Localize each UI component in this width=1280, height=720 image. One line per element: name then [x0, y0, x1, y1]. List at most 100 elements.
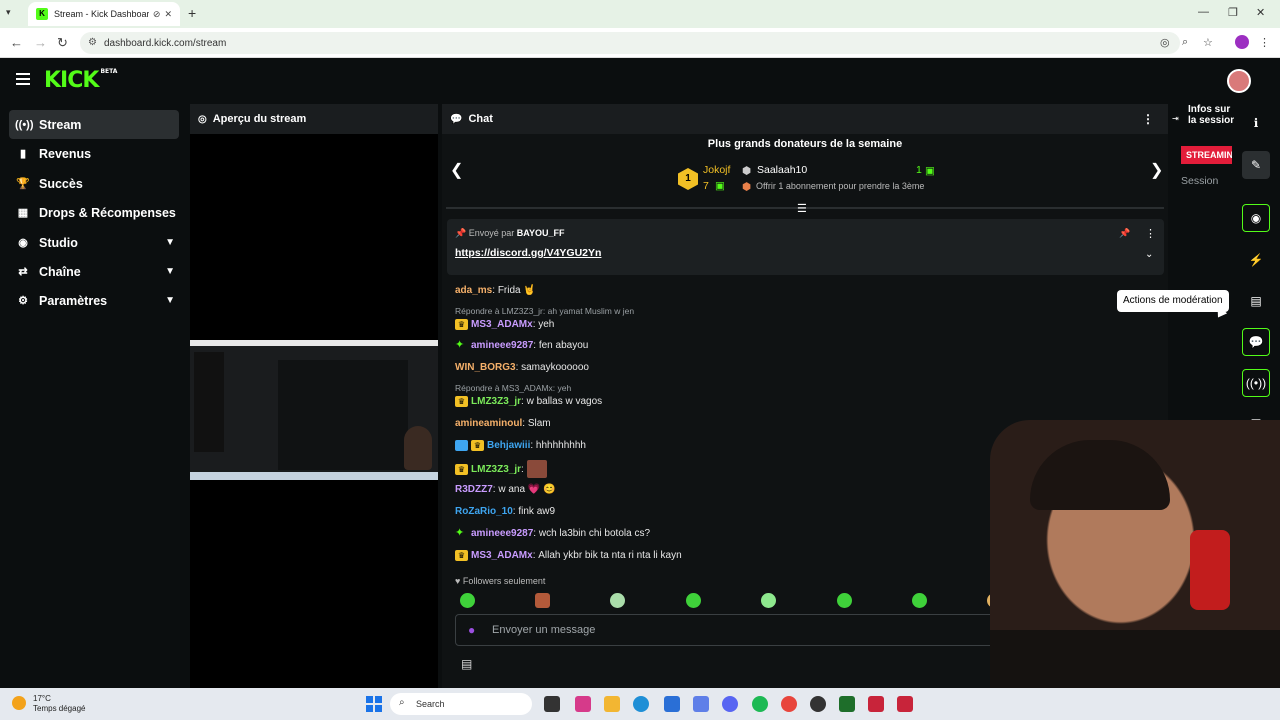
crown-badge-icon: ♛ [455, 463, 468, 475]
second-donor-name[interactable]: Saalaah10 [757, 164, 807, 176]
menu-icon[interactable] [16, 73, 30, 85]
emote-icon[interactable] [460, 593, 475, 608]
taskbar-search[interactable]: ⌕ Search [390, 693, 532, 715]
app-icon[interactable] [839, 696, 855, 712]
windows-taskbar: 17°C Temps dégagé ⌕ Search [0, 688, 1280, 720]
rank3-badge-icon: ⬢ [742, 181, 752, 193]
browser-tabbar: ▾ K Stream - Kick Dashboard ⊘ ✕ + — ❐ ✕ [0, 0, 1280, 28]
collapse-icon[interactable]: ⇥ [1172, 114, 1179, 123]
sidebar-item-parametres[interactable]: ⚙ Paramètres ▼ [9, 286, 179, 315]
emote-icon[interactable] [837, 593, 852, 608]
chat-message[interactable]: WIN_BORG3: samaykoooooo [455, 362, 589, 373]
pinned-link[interactable]: https://discord.gg/V4YGU2Yn [455, 247, 601, 259]
moderation-icon[interactable]: ▤ [1242, 287, 1270, 315]
chat-message[interactable]: R3DZZ7: w ana 💗 😊 [455, 484, 556, 495]
user-avatar[interactable] [1227, 69, 1251, 93]
task-view-icon[interactable] [544, 696, 560, 712]
app-icon[interactable] [693, 696, 709, 712]
chat-message[interactable]: amineaminoul: Slam [455, 418, 551, 429]
browser-menu-icon[interactable]: ⋮ [1259, 36, 1270, 49]
url-field[interactable]: ⚙ dashboard.kick.com/stream [80, 32, 1180, 54]
new-tab-icon[interactable]: + [188, 5, 196, 21]
sidebar-item-succes[interactable]: 🏆 Succès [9, 169, 179, 198]
chat-header: 💬 Chat ⋮ [442, 104, 1168, 134]
minimize-icon[interactable]: — [1198, 6, 1209, 18]
browser-profile-avatar[interactable] [1235, 35, 1249, 49]
kick-logo[interactable]: KICK BETA [44, 68, 117, 93]
emote-icon[interactable] [912, 593, 927, 608]
chat-message[interactable]: ♛ MS3_ADAMx: Allah ykbr bik ta nta ri nt… [455, 550, 682, 561]
emote-icon[interactable] [535, 593, 550, 608]
browser-tab[interactable]: K Stream - Kick Dashboard ⊘ ✕ [28, 2, 180, 26]
maximize-icon[interactable]: ❐ [1228, 6, 1238, 19]
rank2-badge-icon: ⬢ [742, 165, 752, 177]
crown-badge-icon: ♛ [455, 550, 468, 561]
eye-off-icon[interactable]: ◎ [1160, 36, 1170, 49]
emote-icon[interactable] [761, 593, 776, 608]
chat-message[interactable]: ✦ amineee9287: wch la3bin chi botola cs? [455, 528, 650, 540]
tab-mute-icon[interactable]: ⊘ [153, 9, 161, 20]
preview-header: ◎ Aperçu du stream [190, 104, 438, 134]
broadcast-icon[interactable]: ((•)) [1242, 369, 1270, 397]
info-icon[interactable]: ℹ [1242, 109, 1270, 137]
top-donor-name[interactable]: Jokojf [703, 164, 730, 176]
reload-icon[interactable]: ↻ [57, 35, 68, 51]
instagram-icon[interactable] [575, 696, 591, 712]
chat-message[interactable]: ✦ amineee9287: fen abayou [455, 339, 588, 352]
chat-message[interactable]: ada_ms: Frida 🤘 [455, 285, 536, 296]
sidebar-item-revenus[interactable]: ▮ Revenus [9, 139, 179, 168]
filter-icon[interactable]: ☰ [797, 202, 807, 215]
chevron-left-icon[interactable]: ❮ [450, 160, 463, 180]
pinned-sender: 📌 Envoyé par BAYOU_FF [455, 228, 565, 238]
chat-message[interactable]: RoZaRio_10: fink aw9 [455, 506, 555, 517]
back-icon[interactable]: ← [10, 35, 23, 50]
store-icon[interactable]: ▤ [461, 657, 472, 671]
obs-icon[interactable] [810, 696, 826, 712]
windows-start-icon[interactable] [366, 696, 382, 712]
address-bar: ← → ↻ ⚙ dashboard.kick.com/stream ◎ ⌕ ☆ … [0, 28, 1280, 58]
pinned-options-icon[interactable]: ⋮ [1145, 227, 1156, 240]
sidebar-item-stream[interactable]: ((•)) Stream [9, 110, 179, 139]
discord-icon[interactable] [722, 696, 738, 712]
file-explorer-icon[interactable] [604, 696, 620, 712]
camera-icon: ◉ [18, 237, 28, 249]
gift-icon: ▦ [17, 207, 29, 219]
site-info-icon[interactable]: ⚙ [88, 37, 97, 48]
app-icon[interactable] [897, 696, 913, 712]
kick-badge-icon: ● [468, 623, 476, 637]
chevron-down-icon[interactable]: ⌄ [1145, 249, 1153, 260]
app-icon[interactable] [868, 696, 884, 712]
lightning-icon[interactable]: ⚡ [1242, 246, 1270, 274]
zoom-icon[interactable]: ⌕ [1182, 36, 1188, 49]
edge-icon[interactable] [633, 696, 649, 712]
trophy-icon: 🏆 [16, 178, 30, 190]
chart-icon: ▮ [19, 148, 27, 160]
edit-icon[interactable]: ✎ [1242, 151, 1270, 179]
emote-icon[interactable] [686, 593, 701, 608]
weather-widget[interactable]: 17°C Temps dégagé [12, 694, 85, 714]
pin-icon[interactable]: 📌 [1119, 228, 1130, 239]
camera-preview-icon[interactable]: ◉ [1242, 204, 1270, 232]
tab-search-icon[interactable]: ▾ [6, 7, 11, 18]
chrome-icon[interactable] [781, 696, 797, 712]
close-window-icon[interactable]: ✕ [1256, 6, 1265, 19]
chat-message[interactable]: ♛ MS3_ADAMx: yeh [455, 319, 554, 330]
sidebar-item-drops[interactable]: ▦ Drops & Récompenses [9, 198, 179, 227]
chat-message[interactable]: ♛ Behjawiii: hhhhhhhhh [455, 440, 586, 451]
chat-message[interactable]: ♛ LMZ3Z3_jr: w ballas w vagos [455, 396, 602, 407]
sidebar-item-studio[interactable]: ◉ Studio ▼ [9, 228, 179, 257]
stream-preview-panel: ◎ Aperçu du stream [190, 104, 438, 688]
store-app-icon[interactable] [664, 696, 680, 712]
emote-icon[interactable] [610, 593, 625, 608]
chevron-right-icon[interactable]: ❯ [1150, 160, 1163, 180]
chat-icon[interactable]: 💬 [1242, 328, 1270, 356]
chat-message[interactable]: ♛ LMZ3Z3_jr: [455, 460, 547, 478]
forward-icon[interactable]: → [34, 35, 47, 50]
sparkle-badge-icon: ✦ [455, 339, 465, 351]
chat-options-icon[interactable]: ⋮ [1142, 112, 1154, 126]
tab-close-icon[interactable]: ✕ [164, 9, 172, 20]
bookmark-star-icon[interactable]: ☆ [1203, 36, 1213, 49]
spotify-icon[interactable] [752, 696, 768, 712]
sidebar-item-chaine[interactable]: ⇄ Chaîne ▼ [9, 257, 179, 286]
stream-preview-thumbnail[interactable] [190, 340, 438, 480]
